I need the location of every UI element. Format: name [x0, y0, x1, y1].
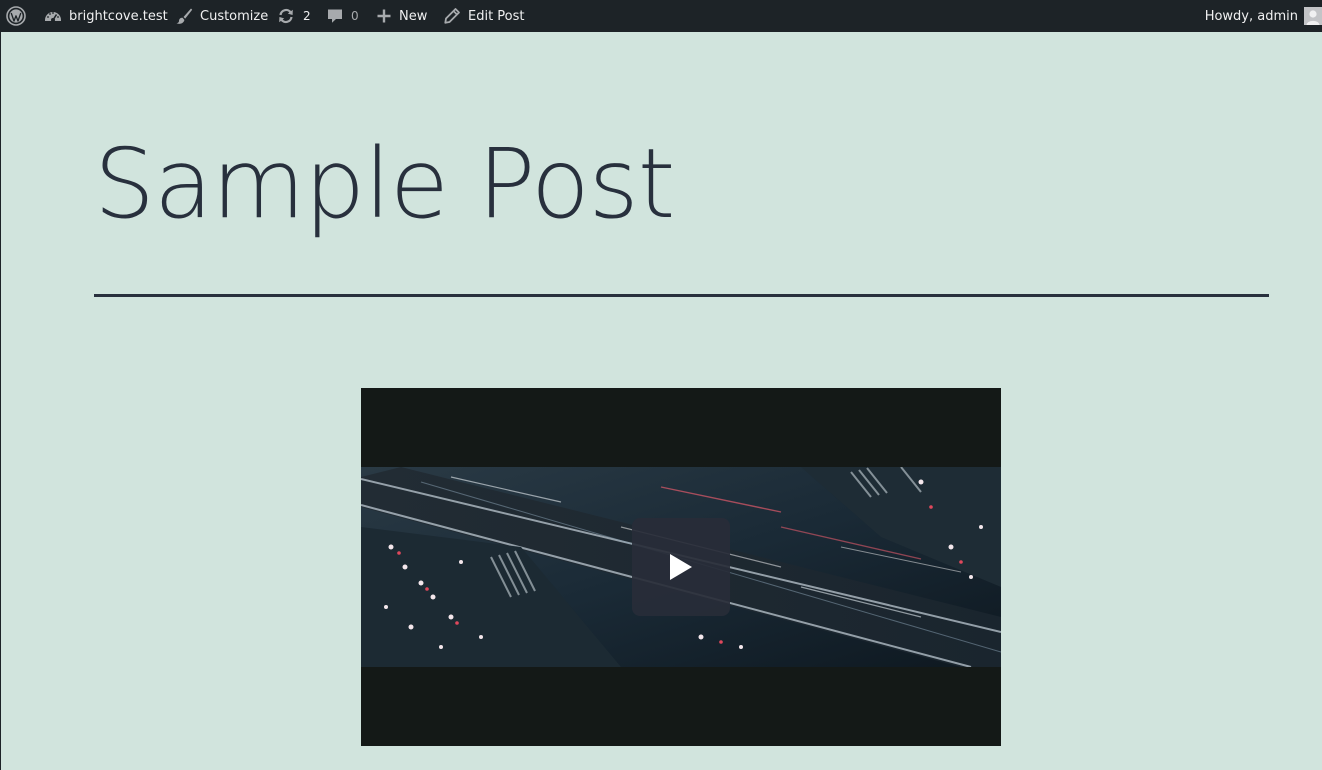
- customize-link[interactable]: Customize: [174, 0, 268, 32]
- comments-count: 0: [351, 9, 359, 23]
- site-name-label: brightcove.test: [69, 8, 168, 24]
- updates-count: 2: [303, 9, 311, 23]
- avatar-icon: [1304, 7, 1322, 25]
- wordpress-logo-icon: [6, 6, 26, 26]
- play-button[interactable]: [632, 518, 730, 616]
- comment-icon: [325, 6, 345, 26]
- howdy-label: Howdy, admin: [1204, 8, 1298, 24]
- post-title: Sample Post: [94, 128, 675, 240]
- title-divider: [94, 294, 1269, 297]
- update-icon: [276, 6, 296, 26]
- edit-post-link[interactable]: Edit Post: [442, 0, 525, 32]
- wordpress-logo-menu[interactable]: [6, 0, 30, 32]
- my-account-menu[interactable]: Howdy, admin: [1205, 0, 1322, 32]
- new-label: New: [399, 8, 428, 24]
- pencil-icon: [442, 6, 462, 26]
- paintbrush-icon: [174, 6, 194, 26]
- play-icon: [670, 554, 692, 580]
- admin-bar: brightcove.test Customize 2 0 New Edit P…: [0, 0, 1322, 32]
- dashboard-icon: [43, 6, 63, 26]
- plus-icon: [374, 6, 394, 26]
- edit-post-label: Edit Post: [468, 8, 525, 24]
- new-content-link[interactable]: New: [374, 0, 427, 32]
- brightcove-video-player[interactable]: [361, 388, 1001, 746]
- updates-link[interactable]: 2: [276, 0, 311, 32]
- page-left-border: [0, 32, 1, 770]
- customize-label: Customize: [200, 8, 269, 24]
- comments-link[interactable]: 0: [325, 0, 359, 32]
- site-name-link[interactable]: brightcove.test: [43, 0, 168, 32]
